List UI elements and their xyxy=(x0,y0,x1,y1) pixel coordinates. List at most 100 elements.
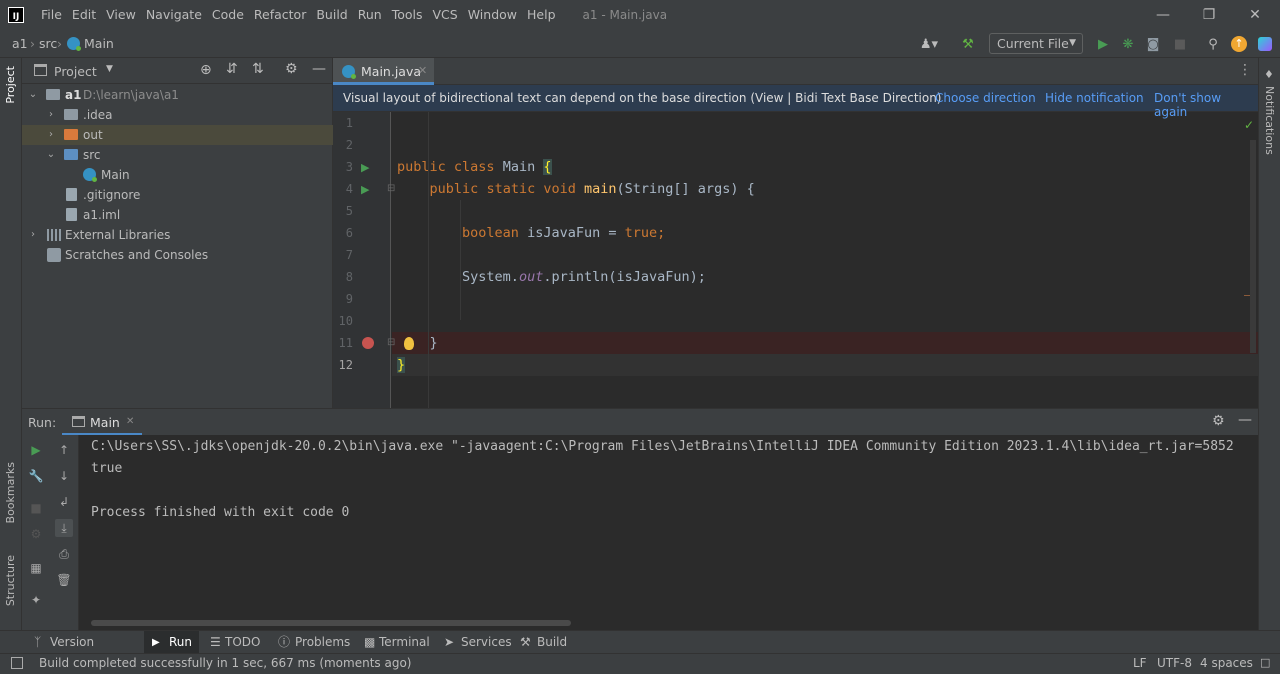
tree-item-iml[interactable]: a1.iml xyxy=(22,205,333,225)
collapse-all-icon[interactable]: ⇅ xyxy=(252,61,264,77)
chevron-right-icon[interactable]: › xyxy=(46,125,56,145)
menu-build[interactable]: Build xyxy=(311,0,352,29)
scroll-to-end-icon[interactable]: ⤓ xyxy=(55,519,73,537)
notifications-tool-button[interactable]: Notifications xyxy=(1263,86,1276,155)
update-icon[interactable]: ↑ xyxy=(1230,35,1248,53)
tab-problems[interactable]: ⓘ Problems xyxy=(272,631,352,654)
chevron-right-icon[interactable]: › xyxy=(28,225,38,245)
tab-main-java[interactable]: Main.java ✕ xyxy=(333,58,434,85)
chevron-down-icon[interactable]: ▼ xyxy=(106,64,113,74)
run-console[interactable]: C:\Users\SS\.jdks\openjdk-20.0.2\bin\jav… xyxy=(79,435,1258,630)
file-encoding[interactable]: UTF-8 xyxy=(1157,656,1192,670)
menu-tools[interactable]: Tools xyxy=(387,0,428,29)
stop-icon[interactable]: ■ xyxy=(27,499,45,517)
scratches-icon xyxy=(47,248,61,262)
tab-services[interactable]: ➤ Services xyxy=(438,631,512,654)
hide-panel-icon[interactable]: — xyxy=(1238,412,1252,428)
snapshot-icon[interactable]: ⚙ xyxy=(27,525,45,543)
status-message[interactable]: Build completed successfully in 1 sec, 6… xyxy=(39,656,411,670)
scroll-thumb[interactable] xyxy=(1250,140,1256,353)
plugin-logo-icon[interactable] xyxy=(1256,35,1274,53)
menu-code[interactable]: Code xyxy=(207,0,249,29)
tree-item-out[interactable]: › out xyxy=(22,125,333,145)
stop-icon[interactable]: ■ xyxy=(1171,35,1189,53)
minimize-icon[interactable]: — xyxy=(1140,0,1186,29)
menu-refactor[interactable]: Refactor xyxy=(249,0,311,29)
run-configuration-select[interactable]: Current File ▼ xyxy=(989,33,1083,54)
tab-version-control[interactable]: ᛉ Version Control xyxy=(28,631,140,672)
toggle-tool-windows-icon[interactable] xyxy=(11,657,23,669)
breadcrumb-folder[interactable]: src xyxy=(39,36,57,51)
run-tab-main[interactable]: Main xyxy=(90,415,120,430)
tree-item-idea[interactable]: › .idea xyxy=(22,105,333,125)
tree-item-main[interactable]: Main xyxy=(22,165,333,185)
trash-icon[interactable]: 🗑 xyxy=(55,571,73,589)
close-tab-icon[interactable]: ✕ xyxy=(418,64,427,77)
rerun-icon[interactable]: ▶ xyxy=(27,441,45,459)
indent-setting[interactable]: 4 spaces xyxy=(1200,656,1253,670)
chevron-right-icon[interactable]: › xyxy=(46,105,56,125)
menu-file[interactable]: File xyxy=(36,0,67,29)
gear-icon[interactable]: ⚙ xyxy=(285,61,298,77)
close-tab-icon[interactable]: ✕ xyxy=(126,416,134,427)
menu-vcs[interactable]: VCS xyxy=(428,0,463,29)
lock-icon[interactable]: □ xyxy=(1260,656,1270,669)
user-icon[interactable]: ♟▾ xyxy=(920,35,938,53)
lightbulb-icon[interactable] xyxy=(404,337,414,350)
choose-direction-link[interactable]: Choose direction xyxy=(935,91,1036,105)
pin-icon[interactable]: ✦ xyxy=(27,591,45,609)
structure-tool-button[interactable]: Structure xyxy=(4,555,17,606)
project-tool-button[interactable]: Project xyxy=(4,66,17,104)
tree-item-external-libraries[interactable]: › External Libraries xyxy=(22,225,333,245)
breadcrumb-file[interactable]: Main xyxy=(84,36,114,51)
expand-all-icon[interactable]: ⇵ xyxy=(226,61,238,77)
arrow-down-icon[interactable]: ↓ xyxy=(55,467,73,485)
bookmarks-tool-button[interactable]: Bookmarks xyxy=(4,462,17,523)
bell-icon[interactable]: ♦ xyxy=(1264,68,1274,81)
menu-window[interactable]: Window xyxy=(463,0,522,29)
code-editor[interactable]: public class Main { public static void m… xyxy=(392,112,1258,408)
soft-wrap-icon[interactable]: ↲ xyxy=(55,493,73,511)
debug-icon[interactable]: ❋ xyxy=(1119,35,1137,53)
tree-item-scratches[interactable]: Scratches and Consoles xyxy=(22,245,333,265)
menu-navigate[interactable]: Navigate xyxy=(141,0,207,29)
restore-icon[interactable]: ❐ xyxy=(1186,0,1232,29)
menu-edit[interactable]: Edit xyxy=(67,0,101,29)
run-gutter-icon[interactable]: ▶ xyxy=(361,183,369,196)
wrench-icon[interactable]: 🔧 xyxy=(27,467,45,485)
layout-icon[interactable]: ▦ xyxy=(27,559,45,577)
project-panel-title[interactable]: Project xyxy=(54,64,97,79)
tab-todo[interactable]: ☰ TODO xyxy=(204,631,266,654)
arrow-up-icon[interactable]: ↑ xyxy=(55,441,73,459)
tree-item-root[interactable]: ⌄ a1 D:\learn\java\a1 xyxy=(22,85,333,105)
run-icon[interactable]: ▶ xyxy=(1094,35,1112,53)
menu-view[interactable]: View xyxy=(101,0,141,29)
breakpoint-icon[interactable] xyxy=(362,337,374,349)
more-options-icon[interactable]: ⋮ xyxy=(1238,62,1252,78)
hide-notification-link[interactable]: Hide notification xyxy=(1045,91,1144,105)
breadcrumb-project[interactable]: a1 xyxy=(12,36,28,51)
run-gutter-icon[interactable]: ▶ xyxy=(361,161,369,174)
tree-item-src[interactable]: ⌄ src xyxy=(22,145,333,165)
close-icon[interactable]: ✕ xyxy=(1232,0,1278,29)
coverage-icon[interactable]: ◙ xyxy=(1144,35,1162,53)
console-icon xyxy=(72,416,85,427)
horizontal-scrollbar[interactable] xyxy=(91,620,571,626)
checkmark-icon[interactable]: ✓ xyxy=(1244,118,1254,132)
tab-terminal[interactable]: ▩ Terminal xyxy=(358,631,434,654)
line-number: 8 xyxy=(345,270,353,284)
menu-help[interactable]: Help xyxy=(522,0,561,29)
menu-run[interactable]: Run xyxy=(353,0,387,29)
print-icon[interactable]: ⎙ xyxy=(55,545,73,563)
gear-icon[interactable]: ⚙ xyxy=(1212,413,1225,429)
chevron-down-icon[interactable]: ⌄ xyxy=(28,85,38,105)
chevron-down-icon[interactable]: ⌄ xyxy=(46,145,56,165)
tree-item-gitignore[interactable]: .gitignore xyxy=(22,185,333,205)
tab-build[interactable]: ⚒ Build xyxy=(514,631,572,654)
search-icon[interactable]: ⚲ xyxy=(1204,35,1222,53)
locate-icon[interactable]: ⊕ xyxy=(200,62,212,78)
tab-run[interactable]: ▶ Run xyxy=(144,631,199,654)
build-hammer-icon[interactable]: ⚒ xyxy=(959,35,977,53)
hide-panel-icon[interactable]: — xyxy=(312,61,326,77)
line-separator[interactable]: LF xyxy=(1133,656,1147,670)
